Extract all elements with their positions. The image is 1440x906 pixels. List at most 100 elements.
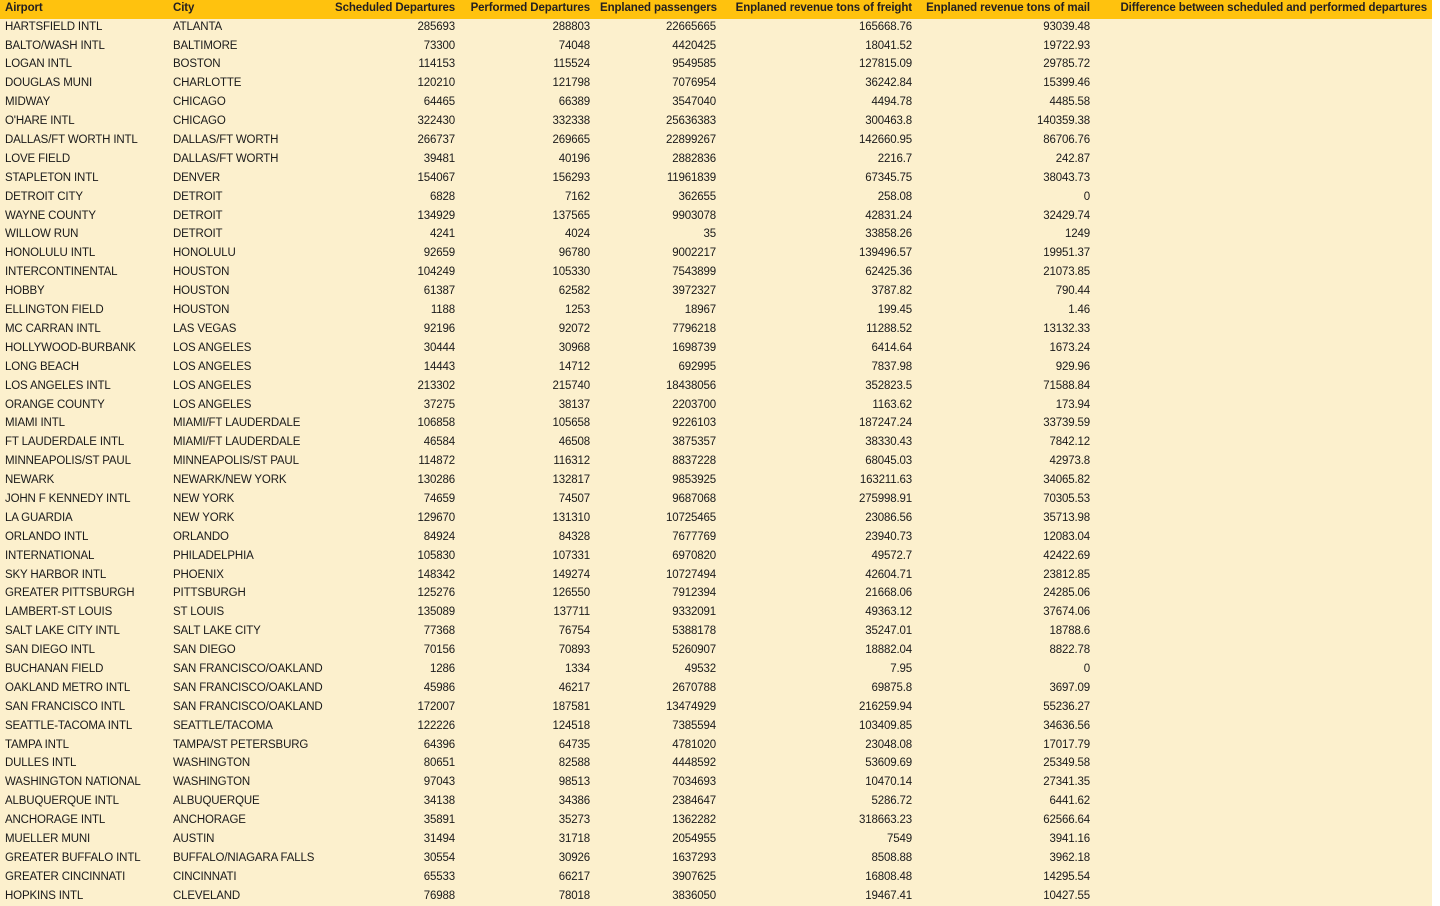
cell-enplaned-freight[interactable]: 8508.88: [721, 850, 917, 869]
cell-enplaned-mail[interactable]: 0: [917, 661, 1095, 680]
cell-enplaned-passengers[interactable]: 692995: [595, 359, 721, 378]
cell-airport[interactable]: INTERNATIONAL: [0, 547, 168, 566]
cell-city[interactable]: MIAMI/FT LAUDERDALE: [168, 415, 330, 434]
cell-enplaned-passengers[interactable]: 9687068: [595, 491, 721, 510]
cell-performed-departures[interactable]: 40196: [460, 151, 595, 170]
cell-city[interactable]: LOS ANGELES: [168, 377, 330, 396]
cell-city[interactable]: SAN FRANCISCO/OAKLAND: [168, 699, 330, 718]
cell-scheduled-departures[interactable]: 74659: [330, 491, 460, 510]
cell-scheduled-departures[interactable]: 148342: [330, 566, 460, 585]
cell-scheduled-departures[interactable]: 285693: [330, 19, 460, 38]
cell-enplaned-mail[interactable]: 7842.12: [917, 434, 1095, 453]
cell-city[interactable]: CHICAGO: [168, 113, 330, 132]
cell-airport[interactable]: ORANGE COUNTY: [0, 396, 168, 415]
cell-airport[interactable]: DOUGLAS MUNI: [0, 75, 168, 94]
cell-enplaned-mail[interactable]: 17017.79: [917, 736, 1095, 755]
cell-scheduled-departures[interactable]: 1188: [330, 302, 460, 321]
cell-enplaned-passengers[interactable]: 4448592: [595, 755, 721, 774]
cell-enplaned-passengers[interactable]: 7385594: [595, 717, 721, 736]
cell-scheduled-departures[interactable]: 4241: [330, 226, 460, 245]
cell-performed-departures[interactable]: 38137: [460, 396, 595, 415]
cell-difference[interactable]: [1095, 604, 1432, 623]
cell-performed-departures[interactable]: 34386: [460, 793, 595, 812]
cell-city[interactable]: MIAMI/FT LAUDERDALE: [168, 434, 330, 453]
cell-city[interactable]: AUSTIN: [168, 831, 330, 850]
cell-difference[interactable]: [1095, 547, 1432, 566]
cell-enplaned-freight[interactable]: 68045.03: [721, 453, 917, 472]
cell-enplaned-passengers[interactable]: 18438056: [595, 377, 721, 396]
cell-scheduled-departures[interactable]: 213302: [330, 377, 460, 396]
cell-airport[interactable]: JOHN F KENNEDY INTL: [0, 491, 168, 510]
column-header-performed-departures[interactable]: Performed Departures: [460, 0, 595, 19]
table-row[interactable]: DETROIT CITYDETROIT68287162362655258.080: [0, 189, 1432, 208]
table-row[interactable]: INTERNATIONALPHILADELPHIA105830107331697…: [0, 547, 1432, 566]
table-row[interactable]: ALBUQUERQUE INTLALBUQUERQUE3413834386238…: [0, 793, 1432, 812]
cell-enplaned-freight[interactable]: 38330.43: [721, 434, 917, 453]
cell-scheduled-departures[interactable]: 130286: [330, 472, 460, 491]
cell-city[interactable]: CINCINNATI: [168, 869, 330, 888]
cell-enplaned-mail[interactable]: 93039.48: [917, 19, 1095, 38]
cell-scheduled-departures[interactable]: 37275: [330, 396, 460, 415]
cell-airport[interactable]: MIDWAY: [0, 94, 168, 113]
cell-airport[interactable]: ORLANDO INTL: [0, 529, 168, 548]
cell-airport[interactable]: LOVE FIELD: [0, 151, 168, 170]
cell-performed-departures[interactable]: 4024: [460, 226, 595, 245]
cell-difference[interactable]: [1095, 113, 1432, 132]
cell-difference[interactable]: [1095, 642, 1432, 661]
cell-enplaned-passengers[interactable]: 2384647: [595, 793, 721, 812]
table-row[interactable]: DULLES INTLWASHINGTON8065182588444859253…: [0, 755, 1432, 774]
cell-city[interactable]: DALLAS/FT WORTH: [168, 151, 330, 170]
cell-enplaned-passengers[interactable]: 3836050: [595, 887, 721, 906]
cell-enplaned-freight[interactable]: 139496.57: [721, 245, 917, 264]
cell-enplaned-mail[interactable]: 86706.76: [917, 132, 1095, 151]
cell-enplaned-freight[interactable]: 35247.01: [721, 623, 917, 642]
table-row[interactable]: HOLLYWOOD-BURBANKLOS ANGELES304443096816…: [0, 340, 1432, 359]
cell-difference[interactable]: [1095, 302, 1432, 321]
cell-enplaned-passengers[interactable]: 8837228: [595, 453, 721, 472]
cell-city[interactable]: CHICAGO: [168, 94, 330, 113]
cell-scheduled-departures[interactable]: 135089: [330, 604, 460, 623]
cell-enplaned-passengers[interactable]: 7677769: [595, 529, 721, 548]
cell-airport[interactable]: BUCHANAN FIELD: [0, 661, 168, 680]
cell-city[interactable]: DENVER: [168, 170, 330, 189]
cell-scheduled-departures[interactable]: 30444: [330, 340, 460, 359]
cell-enplaned-freight[interactable]: 19467.41: [721, 887, 917, 906]
cell-enplaned-passengers[interactable]: 3972327: [595, 283, 721, 302]
cell-performed-departures[interactable]: 7162: [460, 189, 595, 208]
cell-airport[interactable]: STAPLETON INTL: [0, 170, 168, 189]
cell-difference[interactable]: [1095, 321, 1432, 340]
cell-scheduled-departures[interactable]: 120210: [330, 75, 460, 94]
cell-city[interactable]: SALT LAKE CITY: [168, 623, 330, 642]
cell-difference[interactable]: [1095, 661, 1432, 680]
cell-scheduled-departures[interactable]: 1286: [330, 661, 460, 680]
cell-enplaned-freight[interactable]: 3787.82: [721, 283, 917, 302]
cell-scheduled-departures[interactable]: 31494: [330, 831, 460, 850]
cell-enplaned-passengers[interactable]: 9853925: [595, 472, 721, 491]
cell-enplaned-freight[interactable]: 199.45: [721, 302, 917, 321]
table-row[interactable]: MIAMI INTLMIAMI/FT LAUDERDALE10685810565…: [0, 415, 1432, 434]
cell-enplaned-freight[interactable]: 67345.75: [721, 170, 917, 189]
cell-performed-departures[interactable]: 1334: [460, 661, 595, 680]
cell-difference[interactable]: [1095, 850, 1432, 869]
cell-scheduled-departures[interactable]: 70156: [330, 642, 460, 661]
cell-difference[interactable]: [1095, 37, 1432, 56]
cell-enplaned-freight[interactable]: 36242.84: [721, 75, 917, 94]
cell-airport[interactable]: SEATTLE-TACOMA INTL: [0, 717, 168, 736]
cell-enplaned-mail[interactable]: 19951.37: [917, 245, 1095, 264]
cell-enplaned-freight[interactable]: 23086.56: [721, 510, 917, 529]
cell-airport[interactable]: ANCHORAGE INTL: [0, 812, 168, 831]
cell-performed-departures[interactable]: 74507: [460, 491, 595, 510]
cell-enplaned-freight[interactable]: 62425.36: [721, 264, 917, 283]
cell-enplaned-mail[interactable]: 34065.82: [917, 472, 1095, 491]
table-row[interactable]: GREATER PITTSBURGHPITTSBURGH125276126550…: [0, 585, 1432, 604]
table-row[interactable]: DOUGLAS MUNICHARLOTTE1202101217987076954…: [0, 75, 1432, 94]
cell-difference[interactable]: [1095, 170, 1432, 189]
cell-scheduled-departures[interactable]: 77368: [330, 623, 460, 642]
cell-airport[interactable]: FT LAUDERDALE INTL: [0, 434, 168, 453]
table-row[interactable]: HOPKINS INTLCLEVELAND7698878018383605019…: [0, 887, 1432, 906]
cell-difference[interactable]: [1095, 359, 1432, 378]
cell-scheduled-departures[interactable]: 134929: [330, 207, 460, 226]
cell-enplaned-passengers[interactable]: 1637293: [595, 850, 721, 869]
cell-enplaned-mail[interactable]: 8822.78: [917, 642, 1095, 661]
cell-enplaned-passengers[interactable]: 22665665: [595, 19, 721, 38]
